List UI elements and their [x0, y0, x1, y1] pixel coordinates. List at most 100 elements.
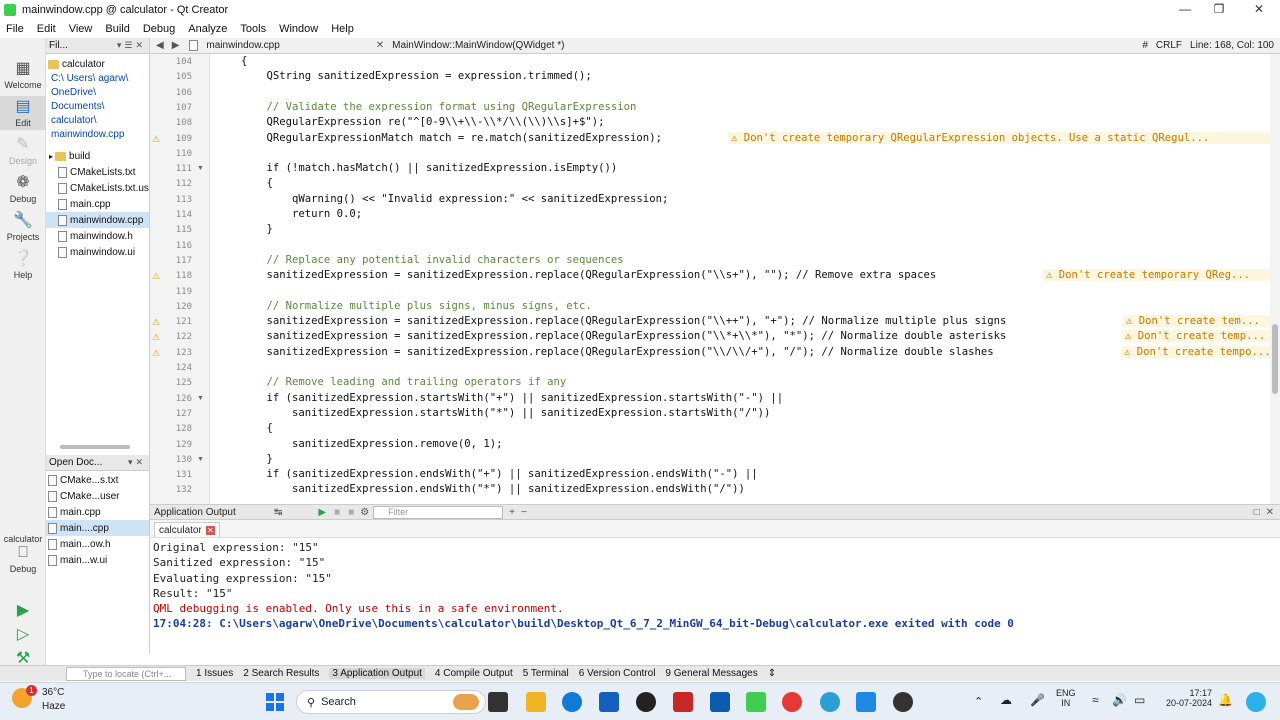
open-doc-item[interactable]: CMake...user: [46, 488, 149, 504]
warning-marker-icon[interactable]: ⚠: [152, 271, 160, 282]
wifi-icon[interactable]: ≈: [1092, 693, 1099, 707]
code-editor[interactable]: 104 105 106 107 108 109 ⚠ 110 111 ▼ 112 113 114 115 11…: [150, 54, 1280, 504]
path-c[interactable]: C:\: [51, 73, 64, 84]
battery-icon[interactable]: ▭: [1134, 693, 1145, 707]
run-button[interactable]: ▶: [0, 602, 46, 622]
tree-item[interactable]: main.cpp: [46, 196, 149, 212]
code-line[interactable]: if (!match.hasMatch() || sanitizedExpres…: [241, 162, 618, 174]
zoom-in-icon[interactable]: +: [509, 507, 515, 518]
tab-application-output[interactable]: 3 Application Output: [329, 668, 425, 679]
code-line[interactable]: {: [241, 55, 247, 67]
mode-design[interactable]: ✎ Design: [0, 136, 46, 166]
fold-arrow-icon[interactable]: ▼: [197, 165, 204, 172]
tab-issues[interactable]: 1 Issues: [196, 668, 233, 679]
onedrive-icon[interactable]: ☁: [1000, 693, 1012, 707]
output-tab-calculator[interactable]: calculator ✕: [154, 522, 220, 537]
menu-help[interactable]: Help: [325, 23, 361, 35]
menu-window[interactable]: Window: [273, 23, 325, 35]
copilot-icon[interactable]: [1246, 692, 1266, 712]
telegram-icon[interactable]: [820, 692, 840, 712]
minimize-icon[interactable]: —: [1170, 2, 1200, 16]
path-agarw[interactable]: agarw\: [98, 73, 128, 84]
path-file[interactable]: mainwindow.cpp: [51, 129, 124, 140]
open-doc-item[interactable]: CMake...s.txt: [46, 472, 149, 488]
notification-app-icon[interactable]: [893, 692, 913, 712]
warning-marker-icon[interactable]: ⚠: [152, 332, 160, 343]
hash-icon[interactable]: #: [1142, 40, 1148, 51]
chrome-icon[interactable]: [782, 692, 802, 712]
application-output[interactable]: Original expression: "15" Sanitized expr…: [150, 538, 1280, 665]
code-line[interactable]: sanitizedExpression = sanitizedExpressio…: [241, 269, 937, 281]
mode-welcome[interactable]: ▦ Welcome: [0, 60, 46, 90]
code-line[interactable]: sanitizedExpression = sanitizedExpressio…: [241, 330, 1007, 342]
tree-item[interactable]: ▸ build: [46, 148, 149, 164]
open-docs-selector[interactable]: Open Doc...: [49, 457, 102, 468]
code-line[interactable]: QString sanitizedExpression = expression…: [241, 70, 592, 82]
edge-icon[interactable]: [562, 692, 582, 712]
tab-search-results[interactable]: 2 Search Results: [243, 668, 319, 679]
horizontal-scrollbar[interactable]: [60, 445, 130, 449]
pane-controls-icon[interactable]: ▾✕: [128, 457, 149, 468]
taskbar-search[interactable]: ⚲ Search: [296, 690, 486, 714]
scrollbar-thumb[interactable]: [1272, 324, 1278, 394]
volume-icon[interactable]: 🔊: [1112, 693, 1127, 707]
filter-input[interactable]: Filter: [373, 505, 504, 519]
mode-projects[interactable]: 🔧 Projects: [0, 212, 46, 242]
menu-file[interactable]: File: [0, 23, 31, 35]
clazy-warning[interactable]: ⚠ Don't create temp...: [1122, 330, 1270, 343]
code-line[interactable]: sanitizedExpression = sanitizedExpressio…: [241, 346, 994, 358]
warning-marker-icon[interactable]: ⚠: [152, 317, 160, 328]
clazy-warning[interactable]: ⚠ Don't create tempo...: [1121, 345, 1270, 358]
code-line[interactable]: return 0.0;: [241, 208, 362, 220]
tree-root[interactable]: calculator: [46, 56, 149, 72]
dell-icon[interactable]: [636, 692, 656, 712]
chevron-up-icon[interactable]: ⌃: [974, 695, 983, 708]
code-line[interactable]: }: [241, 223, 273, 235]
mcafee-icon[interactable]: [673, 692, 693, 712]
menu-view[interactable]: View: [63, 23, 100, 35]
warning-marker-icon[interactable]: ⚠: [152, 348, 160, 359]
code-line[interactable]: sanitizedExpression.remove(0, 1);: [241, 438, 502, 450]
attach-icon[interactable]: ■: [348, 507, 354, 518]
open-doc-item[interactable]: main...w.ui: [46, 552, 149, 568]
code-line[interactable]: {: [241, 177, 273, 189]
more-tabs-icon[interactable]: ⇕: [768, 668, 776, 679]
microphone-icon[interactable]: 🎤: [1030, 693, 1045, 707]
tab-compile-output[interactable]: 4 Compile Output: [435, 668, 513, 679]
code-line[interactable]: if (sanitizedExpression.startsWith("+") …: [241, 392, 784, 404]
clazy-warning[interactable]: ⚠ Don't create temporary QRegularExpress…: [728, 131, 1270, 144]
code-line[interactable]: // Normalize multiple plus signs, minus …: [241, 300, 592, 312]
view-selector[interactable]: Fil...: [49, 40, 68, 51]
close-icon[interactable]: ✕: [1244, 2, 1274, 16]
maximize-pane-icon[interactable]: □: [1254, 507, 1260, 518]
qt-creator-taskbar-icon[interactable]: [746, 692, 766, 712]
warning-marker-icon[interactable]: ⚠: [152, 134, 160, 145]
line-ending-selector[interactable]: CRLF: [1156, 40, 1182, 51]
vertical-scrollbar[interactable]: [1270, 54, 1280, 504]
menu-edit[interactable]: Edit: [31, 23, 63, 35]
position-indicator[interactable]: Line: 168, Col: 100: [1190, 40, 1274, 51]
nav-back-icon[interactable]: ◀: [156, 40, 164, 51]
mode-help[interactable]: ❔ Help: [0, 250, 46, 280]
menu-analyze[interactable]: Analyze: [182, 23, 234, 35]
mode-edit[interactable]: ▤ Edit: [0, 96, 46, 130]
task-view-icon[interactable]: [488, 692, 508, 712]
file-tab[interactable]: mainwindow.cpp: [187, 39, 287, 51]
clock[interactable]: 17:17 20-07-2024: [1160, 688, 1212, 708]
start-button[interactable]: [265, 692, 285, 712]
tab-general-messages[interactable]: 9 General Messages: [665, 668, 757, 679]
file-explorer-icon[interactable]: [526, 692, 546, 712]
code-line[interactable]: sanitizedExpression.startsWith("*") || s…: [241, 407, 770, 419]
zoom-out-icon[interactable]: −: [521, 507, 527, 518]
menu-tools[interactable]: Tools: [234, 23, 273, 35]
tree-item[interactable]: CMakeLists.txt.us: [46, 180, 149, 196]
stop-icon[interactable]: ■: [334, 507, 340, 518]
tree-item[interactable]: mainwindow.h: [46, 228, 149, 244]
debug-run-button[interactable]: ▷: [0, 626, 46, 646]
app-icon[interactable]: [856, 692, 876, 712]
code-line[interactable]: sanitizedExpression.endsWith("*") || san…: [241, 483, 745, 495]
code-line[interactable]: QRegularExpressionMatch match = re.match…: [241, 132, 662, 144]
code-line[interactable]: // Remove leading and trailing operators…: [241, 376, 567, 388]
nav-forward-icon[interactable]: ▶: [172, 40, 180, 51]
path-calculator[interactable]: calculator\: [51, 115, 97, 126]
